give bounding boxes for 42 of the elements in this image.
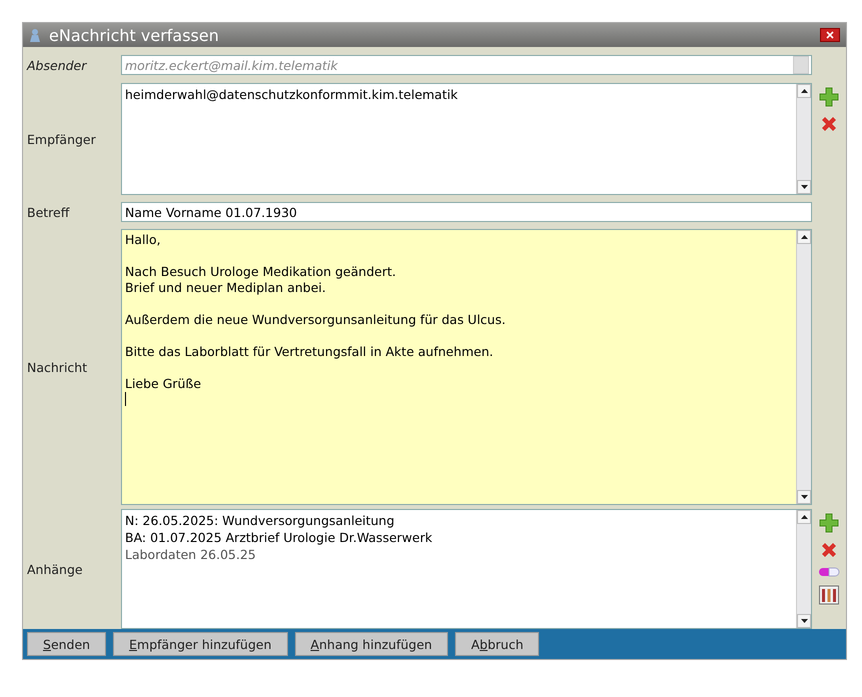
subject-field[interactable]: Name Vorname 01.07.1930 [121, 202, 812, 222]
add-icon[interactable] [819, 87, 839, 107]
down-arrow-icon[interactable] [800, 495, 808, 499]
action-button[interactable]: Empfänger hinzufügen [113, 632, 288, 656]
person-icon [29, 28, 41, 42]
delete-icon[interactable] [820, 541, 838, 559]
attachment-item[interactable]: BA: 01.07.2025 Arztbrief Urologie Dr.Wasserwerk [125, 529, 793, 546]
test-tubes-icon[interactable] [819, 585, 839, 605]
down-arrow-icon[interactable] [800, 185, 808, 189]
message-paragraph: Liebe Grüße [125, 376, 202, 392]
field-label: Absender [26, 56, 88, 74]
up-arrow-icon[interactable] [800, 515, 808, 519]
down-arrow-icon[interactable] [800, 619, 808, 623]
action-button[interactable]: Senden [27, 632, 106, 656]
recipient-list[interactable]: heimderwahl@datenschutzkonformmit.kim.telematik [121, 83, 812, 195]
action-button[interactable]: Anhang hinzufügen [294, 632, 448, 656]
window-title: eNachricht verfassen [49, 26, 220, 44]
attachment-item[interactable]: N: 26.05.2025: Wundversorgungsanleitung [125, 512, 793, 529]
message-paragraph: Bitte das Laborblatt für Vertretungsfall in Akte aufnehmen. [125, 344, 494, 360]
action-button[interactable]: Abbruch [455, 632, 540, 656]
capsule-icon[interactable] [818, 567, 840, 577]
message-field[interactable] [121, 229, 812, 505]
field-label: Betreff [26, 204, 71, 222]
scrollbar[interactable] [796, 510, 811, 628]
attachment-list[interactable]: N: 26.05.2025: Wundversorgungsanleitung BA: 01.07.2025 Arztbrief Urologie Dr.Wasserwerk Labordaten 26.05.25 [121, 509, 812, 629]
message-paragraph: Außerdem die neue Wundversorgunsanleitung für das Ulcus. [125, 312, 507, 328]
scrollbar[interactable] [796, 230, 811, 504]
field-label: Empfänger [26, 130, 97, 149]
up-arrow-icon[interactable] [800, 235, 808, 239]
message-paragraph: Hallo, [125, 232, 162, 248]
message-paragraph: Nach Besuch Urologe Medikation geändert. Brief und neuer Mediplan anbei. [125, 264, 397, 296]
field-label: Nachricht [26, 358, 88, 376]
attachment-item[interactable]: Labordaten 26.05.25 [125, 546, 793, 563]
text-cursor [125, 392, 126, 406]
delete-icon[interactable] [820, 115, 838, 133]
close-button[interactable] [820, 28, 840, 42]
close-icon[interactable] [826, 31, 834, 39]
add-icon[interactable] [819, 513, 839, 533]
recipient-address[interactable]: heimderwahl@datenschutzkonformmit.kim.telematik [125, 86, 793, 103]
scrollbar[interactable] [796, 84, 811, 194]
field-label: Anhänge [26, 560, 84, 579]
up-arrow-icon[interactable] [800, 89, 808, 93]
